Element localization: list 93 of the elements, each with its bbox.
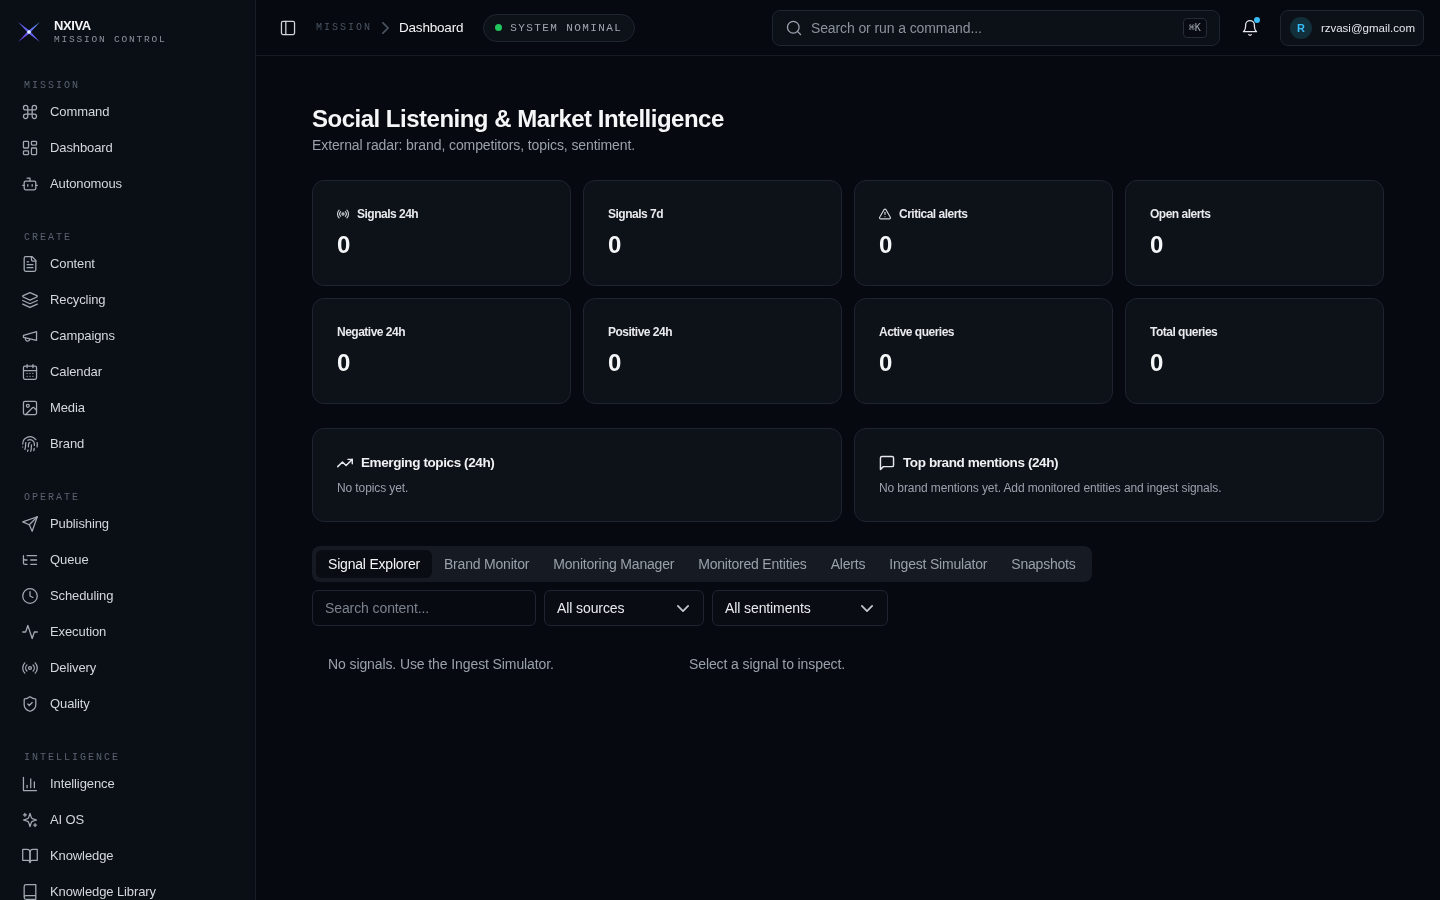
- section-heading: CREATE: [23, 231, 72, 245]
- bar-chart-icon: [22, 776, 38, 792]
- open-book-icon: [22, 848, 38, 864]
- calendar-icon: [22, 364, 38, 380]
- tab[interactable]: Signal Explorer: [316, 550, 432, 578]
- sidebar-item[interactable]: Command: [12, 104, 110, 120]
- layers-icon: [22, 292, 38, 308]
- sidebar-item[interactable]: AI OS: [12, 812, 85, 828]
- clock-icon: [22, 588, 38, 604]
- sidebar-item[interactable]: Knowledge Library: [12, 884, 156, 900]
- breadcrumb-current: Dashboard: [399, 18, 464, 37]
- page-title: Social Listening & Market Intelligence: [312, 104, 724, 134]
- tab[interactable]: Snapshots: [999, 550, 1088, 578]
- image-icon: [22, 400, 38, 416]
- section-heading: MISSION: [23, 79, 80, 93]
- stat-value: 0: [608, 348, 622, 378]
- stat-label: Positive 24h: [608, 324, 673, 341]
- sidebar-item[interactable]: Campaigns: [12, 328, 115, 344]
- stat-value: 0: [337, 230, 351, 260]
- stat-value: 0: [337, 348, 351, 378]
- section-heading: INTELLIGENCE: [23, 751, 120, 765]
- grid-icon: [22, 140, 38, 156]
- dropdown[interactable]: All sources: [544, 590, 704, 626]
- search-field[interactable]: Search content...: [312, 590, 536, 626]
- broadcast-icon: [337, 208, 349, 220]
- bell-icon: [1241, 19, 1258, 36]
- megaphone-icon: [22, 328, 38, 344]
- tab[interactable]: Monitoring Manager: [541, 550, 687, 578]
- sidebar-item[interactable]: Dashboard: [12, 140, 113, 156]
- search-icon: [785, 19, 802, 36]
- tab[interactable]: Monitored Entities: [686, 550, 819, 578]
- stat-label: Signals 7d: [608, 206, 664, 223]
- status-label: SYSTEM NOMINAL: [510, 20, 623, 35]
- user-menu-button[interactable]: R rzvasi@gmail.com: [1279, 9, 1424, 46]
- warning-icon: [879, 208, 891, 220]
- sidebar-item[interactable]: Quality: [12, 696, 90, 712]
- panel-message: No topics yet.: [337, 480, 409, 497]
- panel-title: Top brand mentions (24h): [903, 454, 1059, 472]
- stat-label: Signals 24h: [357, 206, 419, 223]
- empty-detail-message: Select a signal to inspect.: [689, 656, 846, 672]
- sidebar-item[interactable]: Execution: [12, 624, 107, 640]
- logo-icon: [18, 22, 40, 42]
- paper-plane-icon: [22, 516, 38, 532]
- sidebar-item[interactable]: Intelligence: [12, 776, 115, 792]
- sidebar-item[interactable]: Publishing: [12, 516, 109, 532]
- chevron-down-icon: [861, 604, 873, 612]
- brand-name: NXIVA: [54, 18, 92, 34]
- sidebar-item[interactable]: Queue: [12, 552, 89, 568]
- stat-label: Negative 24h: [337, 324, 406, 341]
- robot-icon: [22, 176, 38, 192]
- book-icon: [22, 884, 38, 900]
- avatar: R: [1289, 16, 1312, 39]
- empty-list-message: No signals. Use the Ingest Simulator.: [328, 656, 554, 672]
- dropdown[interactable]: All sentiments: [712, 590, 888, 626]
- stat-label: Active queries: [879, 324, 955, 341]
- stat-label: Critical alerts: [899, 206, 968, 223]
- sidebar-toggle-button[interactable]: [280, 19, 296, 36]
- stat-value: 0: [879, 348, 893, 378]
- command-icon: [22, 104, 38, 120]
- panel-message: No brand mentions yet. Add monitored entities and ingest signals.: [879, 480, 1222, 497]
- document-icon: [22, 256, 38, 272]
- broadcast-icon: [22, 660, 38, 676]
- speech-bubble-icon: [879, 455, 895, 471]
- sparkles-icon: [22, 812, 38, 828]
- sidebar-item[interactable]: Scheduling: [12, 588, 114, 604]
- panel-title: Emerging topics (24h): [361, 454, 495, 472]
- shield-check-icon: [22, 696, 38, 712]
- sidebar-item[interactable]: Content: [12, 256, 95, 272]
- brand-tagline: MISSION CONTROL: [54, 34, 167, 46]
- tab[interactable]: Ingest Simulator: [877, 550, 1000, 578]
- tab[interactable]: Brand Monitor: [431, 550, 542, 578]
- sidebar-item[interactable]: Autonomous: [12, 176, 122, 192]
- sidebar-panel-icon: [280, 19, 296, 36]
- sidebar-item[interactable]: Knowledge: [12, 848, 114, 864]
- stat-value: 0: [1150, 348, 1164, 378]
- sidebar-item[interactable]: Recycling: [12, 292, 106, 308]
- list-icon: [22, 552, 38, 568]
- stat-label: Total queries: [1150, 324, 1218, 341]
- stat-value: 0: [879, 230, 893, 260]
- stat-value: 0: [608, 230, 622, 260]
- stat-value: 0: [1150, 230, 1164, 260]
- stat-label: Open alerts: [1150, 206, 1211, 223]
- tab[interactable]: Alerts: [818, 550, 878, 578]
- fingerprint-icon: [22, 436, 38, 452]
- sidebar-item[interactable]: Brand: [12, 436, 85, 452]
- chevron-down-icon: [677, 604, 689, 612]
- page-subtitle: External radar: brand, competitors, topics, sentiment.: [312, 136, 635, 155]
- pulse-icon: [22, 624, 38, 640]
- chevron-right-icon: [382, 21, 389, 34]
- sidebar-item[interactable]: Delivery: [12, 660, 97, 676]
- section-heading: OPERATE: [23, 491, 80, 505]
- sidebar-item[interactable]: Calendar: [12, 364, 102, 380]
- sidebar-item[interactable]: Media: [12, 400, 85, 416]
